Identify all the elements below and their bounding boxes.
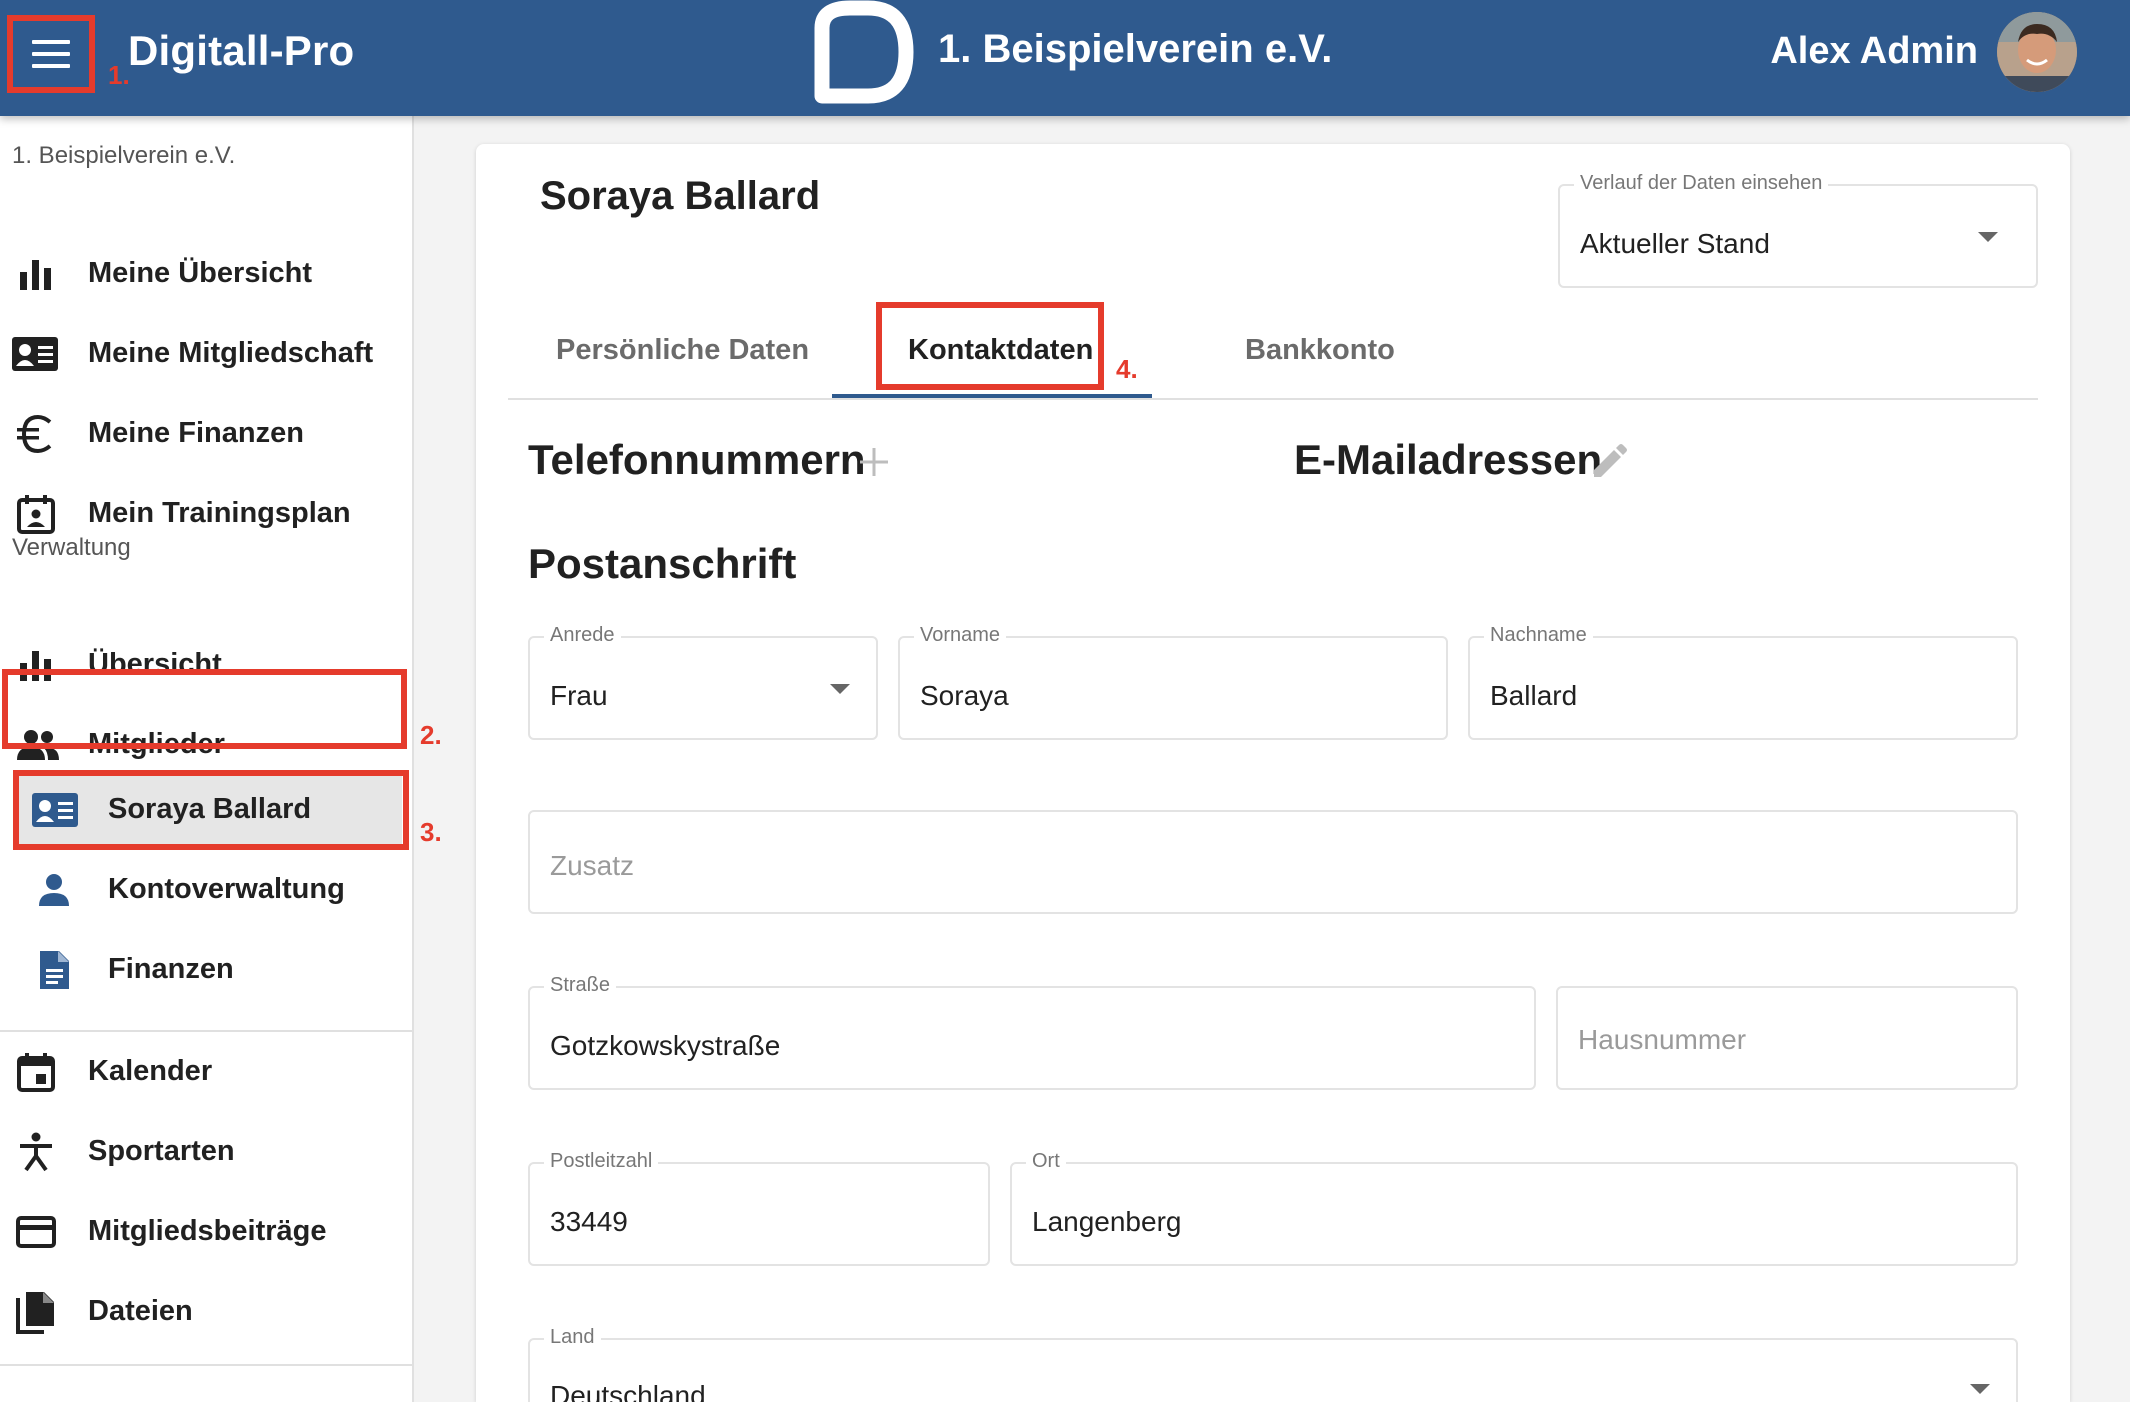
city-value: Langenberg [1032,1206,1182,1237]
credit-card-icon [16,1212,56,1252]
history-select-label: Verlauf der Daten einsehen [1574,172,1829,195]
history-select[interactable]: Verlauf der Daten einsehen Aktueller Sta… [1558,172,2038,288]
euro-icon [16,414,56,454]
sidebar-item-label: Mein Trainingsplan [88,496,351,529]
country-select[interactable]: Land Deutschland [528,1326,2018,1402]
user-avatar-icon [1997,12,2077,92]
address-addition-placeholder: Zusatz [550,850,635,881]
postal-code-value: 33449 [550,1206,628,1237]
sidebar-item-label: Finanzen [108,952,234,985]
city-label: Ort [1026,1150,1066,1173]
last-name-value: Ballard [1490,680,1578,711]
tabs-divider [508,398,2038,400]
last-name-field[interactable]: Nachname Ballard [1468,624,2018,740]
id-card-icon [10,334,60,374]
calendar-person-icon [16,494,56,534]
address-addition-field[interactable]: Zusatz [528,810,2018,914]
step-marker-4: 4. [1116,354,1138,384]
street-label: Straße [544,974,617,997]
postal-code-field[interactable]: Postleitzahl 33449 [528,1150,990,1266]
sidebar-club-label: 1. Beispielverein e.V. [12,142,236,169]
country-label: Land [544,1326,601,1349]
chevron-down-icon [1978,232,1998,242]
chevron-down-icon [830,684,850,694]
step-marker-1: 1. [108,60,130,90]
last-name-label: Nachname [1484,624,1593,647]
tab-bank-account[interactable]: Bankkonto [1245,334,1395,367]
edit-pencil-icon[interactable] [1590,443,1628,481]
sidebar-item-label: Mitgliedsbeiträge [88,1214,327,1247]
sport-figure-icon [16,1132,56,1172]
street-value: Gotzkowskystraße [550,1030,781,1061]
sidebar: 1. Beispielverein e.V. Meine Übersicht M… [0,116,442,1402]
page-title: Soraya Ballard [540,174,821,218]
tab-active-indicator [832,394,1152,398]
first-name-label: Vorname [914,624,1007,647]
phones-section-title: Telefonnummern [528,436,866,483]
club-logo-icon [814,0,914,104]
tab-personal-data[interactable]: Persönliche Daten [556,334,809,367]
bar-chart-icon [16,254,56,294]
app-name: Digitall-Pro [128,27,355,74]
club-title: 1. Beispielverein e.V. [938,27,1333,71]
app-header: 1. Digitall-Pro 1. Beispielverein e.V. A… [0,0,2130,116]
salutation-label: Anrede [544,624,621,647]
sidebar-item-sports[interactable]: Sportarten [0,1114,410,1188]
calendar-icon [16,1052,56,1092]
country-value: Deutschland [550,1380,706,1402]
step-marker-3: 3. [420,817,442,847]
sidebar-item-label: Sportarten [88,1134,235,1167]
sidebar-item-finances[interactable]: Finanzen [0,932,410,1006]
files-icon [16,1292,56,1334]
document-icon [34,950,74,990]
sidebar-item-my-overview[interactable]: Meine Übersicht [0,236,410,310]
sidebar-item-label: Dateien [88,1294,193,1327]
hamburger-icon [32,40,70,68]
sidebar-item-label: Meine Finanzen [88,416,304,449]
user-name[interactable]: Alex Admin [1770,30,1978,73]
emails-section-title: E-Mailadressen [1294,436,1603,483]
highlight-box-member-profile [13,770,409,850]
sidebar-item-files[interactable]: Dateien [0,1274,410,1348]
sidebar-divider [0,1364,414,1366]
sidebar-item-membership-fees[interactable]: Mitgliedsbeiträge [0,1194,410,1268]
street-field[interactable]: Straße Gotzkowskystraße [528,974,1536,1090]
sidebar-item-calendar[interactable]: Kalender [0,1034,410,1108]
postal-section-title: Postanschrift [528,540,797,587]
member-detail-card: Soraya Ballard Verlauf der Daten einsehe… [476,144,2070,1402]
avatar[interactable] [1997,12,2077,92]
sidebar-item-my-membership[interactable]: Meine Mitgliedschaft [0,316,410,390]
house-number-field[interactable]: Hausnummer [1556,986,2018,1090]
sidebar-item-account-management[interactable]: Kontoverwaltung [0,852,410,926]
chevron-down-icon [1970,1384,1990,1394]
house-number-placeholder: Hausnummer [1578,1024,1747,1055]
salutation-value: Frau [550,680,608,711]
highlight-box-members [2,669,407,749]
person-icon [34,870,74,910]
sidebar-section-admin: Verwaltung [12,534,131,561]
first-name-value: Soraya [920,680,1009,711]
highlight-box-contact-tab [876,302,1104,390]
step-marker-2: 2. [420,720,442,750]
sidebar-item-label: Meine Mitgliedschaft [88,336,374,369]
menu-button[interactable] [7,15,95,93]
salutation-select[interactable]: Anrede Frau [528,624,878,740]
postal-code-label: Postleitzahl [544,1150,659,1173]
first-name-field[interactable]: Vorname Soraya [898,624,1448,740]
sidebar-item-my-finances[interactable]: Meine Finanzen [0,396,410,470]
add-phone-icon[interactable] [858,446,890,478]
history-select-value: Aktueller Stand [1580,228,1770,259]
sidebar-item-label: Meine Übersicht [88,256,312,289]
sidebar-item-label: Kalender [88,1054,213,1087]
city-field[interactable]: Ort Langenberg [1010,1150,2018,1266]
sidebar-item-label: Kontoverwaltung [108,872,345,905]
sidebar-divider [0,1030,414,1032]
